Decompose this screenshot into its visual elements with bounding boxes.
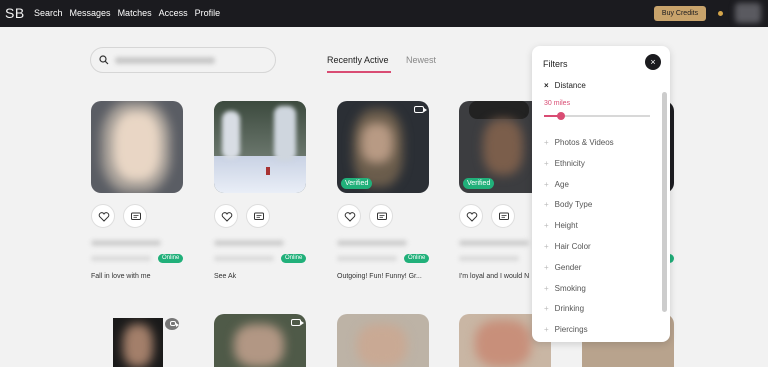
profile-photo[interactable]: [91, 101, 183, 193]
nav-matches[interactable]: Matches: [118, 8, 152, 18]
credits-icon: [718, 11, 723, 16]
nav-access[interactable]: Access: [159, 8, 188, 18]
profile-details: [337, 256, 397, 261]
video-icon: [291, 319, 304, 326]
filter-hair-color[interactable]: + Hair Color: [544, 242, 591, 251]
chat-icon: [377, 212, 387, 220]
plus-icon: +: [544, 325, 549, 334]
nav-messages[interactable]: Messages: [70, 8, 111, 18]
tab-underline: [327, 71, 391, 73]
profile-photo[interactable]: [214, 101, 306, 193]
plus-icon: +: [544, 221, 549, 230]
profile-details: [214, 256, 274, 261]
search-icon: [99, 55, 109, 65]
plus-icon: +: [544, 284, 549, 293]
tab-newest[interactable]: Newest: [406, 55, 436, 65]
filter-distance-label: Distance: [554, 81, 586, 90]
message-button[interactable]: [491, 204, 515, 228]
profile-name: [214, 240, 284, 246]
nav-profile[interactable]: Profile: [195, 8, 221, 18]
filters-title: Filters: [543, 59, 568, 69]
profile-name: [337, 240, 407, 246]
online-badge: Online: [158, 254, 184, 263]
distance-value: 30 miles: [544, 100, 571, 107]
profile-tagline: Fall in love with me: [91, 273, 151, 280]
filter-drinking[interactable]: + Drinking: [544, 304, 584, 313]
plus-icon: +: [544, 159, 549, 168]
message-button[interactable]: [123, 204, 147, 228]
like-button[interactable]: [337, 204, 361, 228]
plus-icon: +: [544, 242, 549, 251]
plus-icon: +: [544, 263, 549, 272]
avatar[interactable]: [735, 3, 761, 23]
profile-photo[interactable]: [214, 314, 306, 367]
filters-panel: Filters × × Distance 30 miles + Photos & V…: [532, 46, 670, 342]
filter-age[interactable]: + Age: [544, 180, 569, 189]
filter-ethnicity[interactable]: + Ethnicity: [544, 159, 585, 168]
profile-details: [459, 256, 519, 261]
logo[interactable]: SB: [5, 5, 25, 21]
heart-icon: [221, 212, 233, 222]
filter-gender[interactable]: + Gender: [544, 263, 581, 272]
plus-icon: +: [544, 304, 549, 313]
search-text: [115, 57, 215, 64]
plus-icon: +: [544, 200, 549, 209]
profile-tagline: I'm loyal and I would N: [459, 273, 530, 280]
scrollbar[interactable]: [662, 92, 667, 312]
profile-tagline: Outgoing! Fun! Funny! Gr...: [337, 273, 422, 280]
profile-photo[interactable]: [113, 318, 163, 367]
profile-photo[interactable]: Verified: [337, 101, 429, 193]
video-icon: [170, 321, 179, 327]
profile-name: [91, 240, 161, 246]
profile-name: [459, 240, 529, 246]
heart-icon: [466, 212, 478, 222]
verified-badge: Verified: [341, 178, 373, 189]
verified-badge: Verified: [463, 178, 495, 189]
profile-tagline: See Ak: [214, 273, 237, 280]
message-button[interactable]: [369, 204, 393, 228]
video-icon: [414, 106, 427, 113]
remove-filter-icon[interactable]: ×: [544, 81, 549, 90]
filter-piercings[interactable]: + Piercings: [544, 325, 588, 334]
online-badge: Online: [281, 254, 307, 263]
buy-credits-button[interactable]: Buy Credits: [654, 6, 706, 21]
plus-icon: +: [544, 138, 549, 147]
chat-icon: [131, 212, 141, 220]
slider-thumb[interactable]: [556, 112, 565, 120]
chat-icon: [499, 212, 509, 220]
top-nav-bar: SB Search Messages Matches Access Profil…: [0, 0, 768, 27]
heart-icon: [344, 212, 356, 222]
filter-smoking[interactable]: + Smoking: [544, 284, 586, 293]
like-button[interactable]: [91, 204, 115, 228]
like-button[interactable]: [214, 204, 238, 228]
nav-search[interactable]: Search: [34, 8, 63, 18]
online-badge: Online: [404, 254, 430, 263]
filter-distance[interactable]: × Distance: [544, 81, 586, 90]
like-button[interactable]: [459, 204, 483, 228]
filter-photos-videos[interactable]: + Photos & Videos: [544, 138, 614, 147]
distance-slider[interactable]: [544, 112, 650, 120]
heart-icon: [98, 212, 110, 222]
plus-icon: +: [544, 180, 549, 189]
message-button[interactable]: [246, 204, 270, 228]
close-button[interactable]: ×: [645, 54, 661, 70]
chat-icon: [254, 212, 264, 220]
filter-body-type[interactable]: + Body Type: [544, 200, 592, 209]
video-badge: [165, 318, 179, 330]
profile-details: [91, 256, 151, 261]
main-nav: Search Messages Matches Access Profile: [34, 8, 227, 18]
filter-height[interactable]: + Height: [544, 221, 578, 230]
tab-recently-active[interactable]: Recently Active: [327, 55, 389, 65]
profile-photo[interactable]: [337, 314, 429, 367]
search-input[interactable]: [90, 47, 276, 73]
